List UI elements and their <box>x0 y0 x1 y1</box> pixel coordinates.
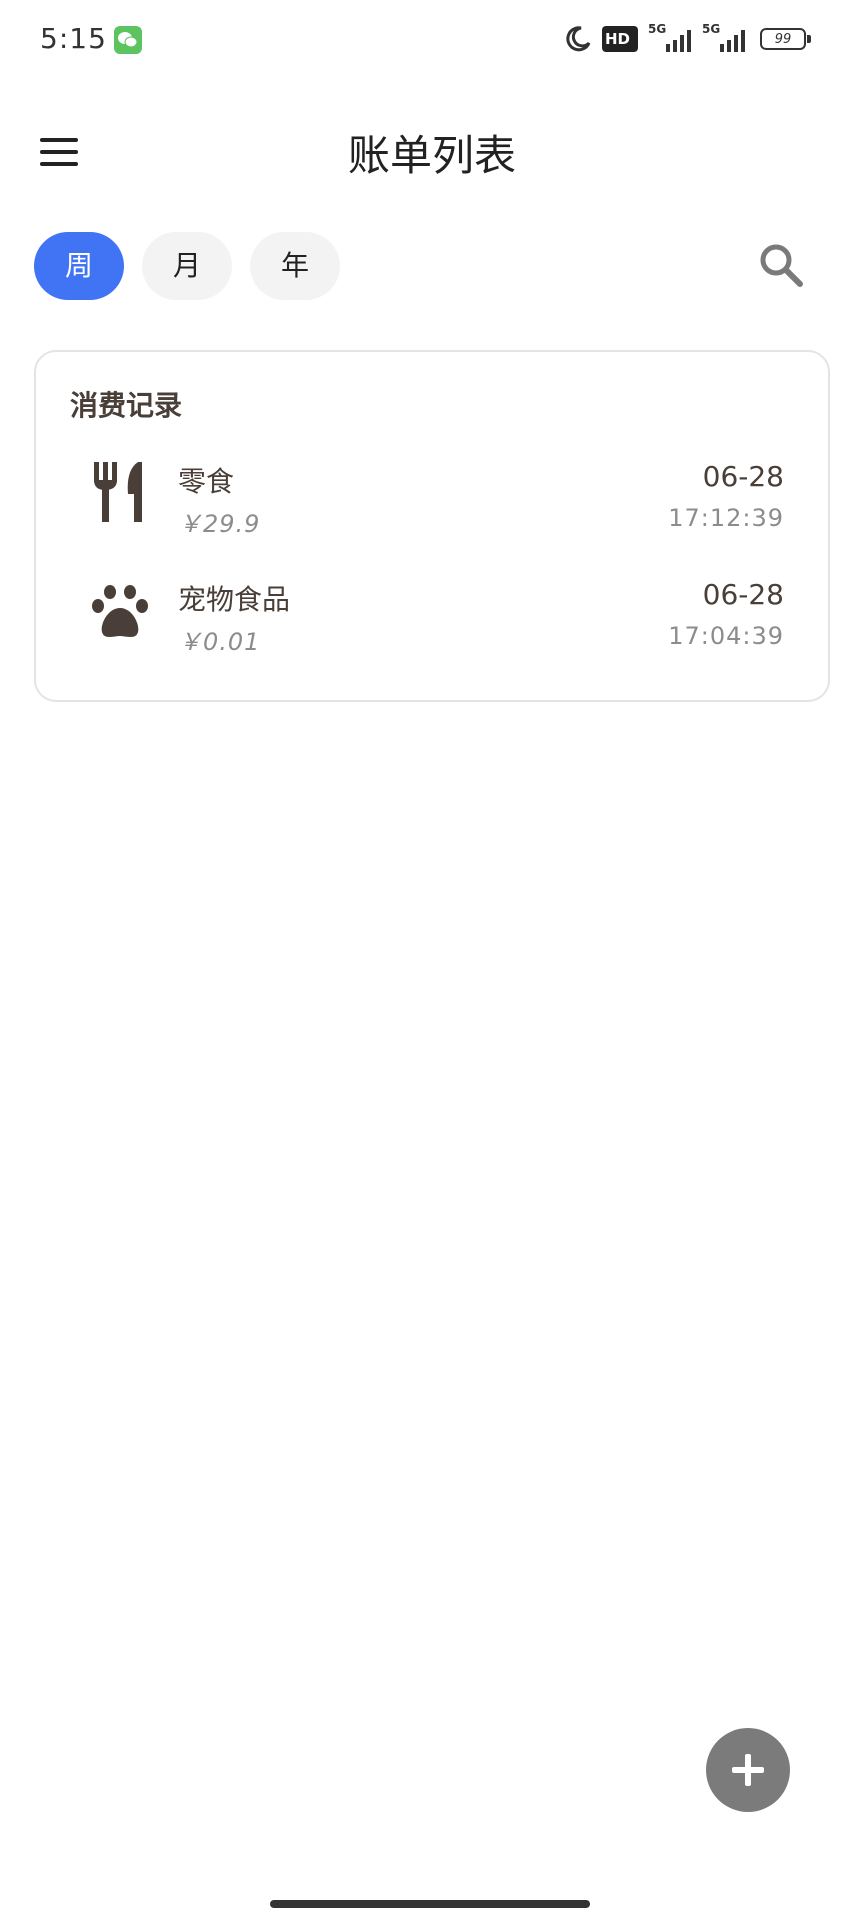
battery-icon: 99 <box>760 28 811 50</box>
battery-level: 99 <box>764 32 802 47</box>
card-title: 消费记录 <box>70 389 183 422</box>
status-time: 5:15 <box>40 22 107 55</box>
record-time: 17:04:39 <box>668 622 784 650</box>
record-amount: ￥0.01 <box>178 628 261 656</box>
record-time: 17:12:39 <box>668 504 784 532</box>
battery-tip <box>807 35 811 43</box>
status-bar: 5:15 HD 5G 5G 99 <box>0 0 864 80</box>
expense-card: 消费记录 零食 ￥29.9 06-28 17:12:39 宠物食品 ￥0.01 … <box>34 350 830 702</box>
network-type: 5G <box>648 22 667 36</box>
search-icon[interactable] <box>756 240 806 290</box>
hd-icon: HD <box>602 26 638 52</box>
add-record-button[interactable] <box>706 1728 790 1812</box>
network-type-2: 5G <box>702 22 721 36</box>
record-amount: ￥29.9 <box>178 510 261 538</box>
tab-year[interactable]: 年 <box>250 232 340 300</box>
home-indicator[interactable] <box>270 1900 590 1908</box>
page-title: 账单列表 <box>347 131 516 180</box>
record-date: 06-28 <box>702 578 784 611</box>
record-date: 06-28 <box>702 460 784 493</box>
plus-icon <box>732 1754 764 1786</box>
tab-month[interactable]: 月 <box>142 232 232 300</box>
record-item[interactable]: 零食 ￥29.9 06-28 17:12:39 <box>36 456 832 556</box>
paw-icon <box>88 578 152 642</box>
moon-icon <box>562 24 592 58</box>
app-screen: 5:15 HD 5G 5G 99 账单列表 周 月 年 消费记录 零食 ￥29.… <box>0 0 864 1920</box>
record-item[interactable]: 宠物食品 ￥0.01 06-28 17:04:39 <box>36 574 832 674</box>
record-name: 零食 <box>178 465 235 498</box>
tab-week[interactable]: 周 <box>34 232 124 300</box>
fork-knife-icon <box>88 460 152 524</box>
record-name: 宠物食品 <box>178 583 291 616</box>
wechat-icon <box>114 26 142 54</box>
